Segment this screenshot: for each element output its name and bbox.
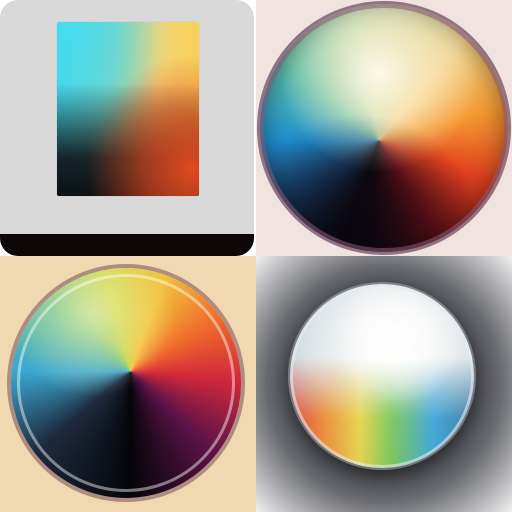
tile-gradient-square [0, 0, 256, 256]
gray-card [0, 0, 254, 256]
tile-glass-bubble [256, 256, 512, 512]
gradient-square-icon [57, 22, 199, 196]
tile-gradient-orb-large [256, 0, 512, 256]
tile-gradient-orb-beige [0, 256, 256, 512]
gradient-orb-icon [260, 4, 508, 252]
card-bottom-strip [0, 234, 254, 256]
gradient-orb-icon [11, 268, 241, 498]
glass-bubble-icon [290, 284, 474, 468]
image-grid [0, 0, 512, 512]
